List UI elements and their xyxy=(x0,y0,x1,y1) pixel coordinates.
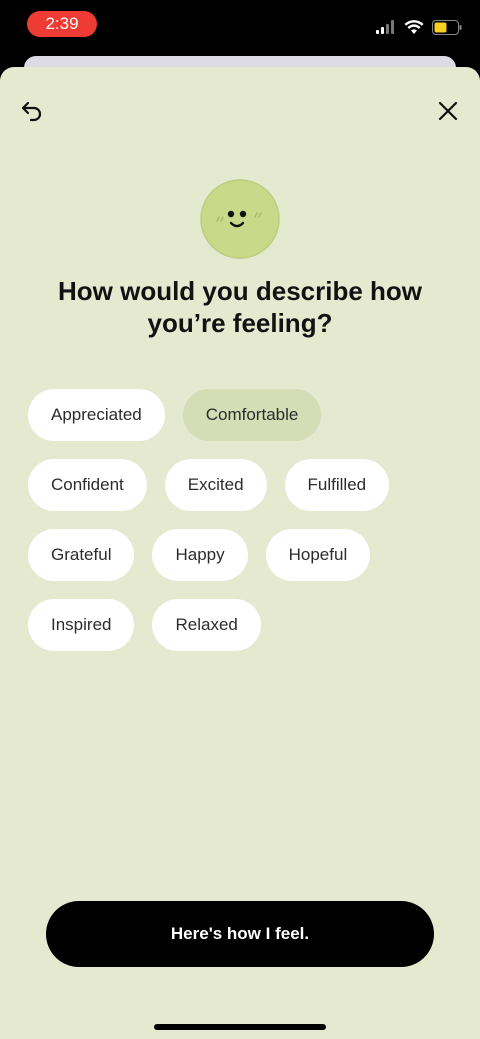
feeling-row: Inspired Relaxed xyxy=(28,599,448,651)
feeling-row: Appreciated Comfortable xyxy=(28,389,448,441)
status-icons xyxy=(376,16,462,38)
status-bar: 2:39 xyxy=(0,0,480,56)
wifi-icon xyxy=(404,19,424,34)
feeling-chip-fulfilled[interactable]: Fulfilled xyxy=(284,459,390,511)
feeling-sheet: How would you describe how you’re feelin… xyxy=(0,67,480,1039)
mood-avatar xyxy=(200,179,280,259)
feeling-chip-confident[interactable]: Confident xyxy=(28,459,147,511)
battery-icon xyxy=(432,19,462,35)
smiley-face-icon xyxy=(200,179,280,259)
feeling-options: Appreciated Comfortable Confident Excited Fu… xyxy=(28,389,448,669)
back-button[interactable] xyxy=(14,93,50,129)
cellular-signal-icon xyxy=(376,20,394,34)
undo-arrow-icon xyxy=(21,101,42,122)
close-button[interactable] xyxy=(430,93,466,129)
question-title: How would you describe how you’re feelin… xyxy=(57,276,423,338)
feeling-chip-comfortable[interactable]: Comfortable xyxy=(182,389,322,441)
feeling-chip-hopeful[interactable]: Hopeful xyxy=(265,529,371,581)
feeling-chip-grateful[interactable]: Grateful xyxy=(28,529,135,581)
home-indicator[interactable] xyxy=(154,1024,326,1030)
feeling-chip-relaxed[interactable]: Relaxed xyxy=(152,599,261,651)
submit-feeling-button[interactable]: Here's how I feel. xyxy=(46,901,434,967)
close-icon xyxy=(438,101,458,121)
feeling-row: Confident Excited Fulfilled xyxy=(28,459,448,511)
feeling-row: Grateful Happy Hopeful xyxy=(28,529,448,581)
status-time: 2:39 xyxy=(27,11,97,37)
feeling-chip-happy[interactable]: Happy xyxy=(152,529,248,581)
feeling-chip-appreciated[interactable]: Appreciated xyxy=(28,389,165,441)
feeling-chip-inspired[interactable]: Inspired xyxy=(28,599,135,651)
feeling-chip-excited[interactable]: Excited xyxy=(164,459,267,511)
